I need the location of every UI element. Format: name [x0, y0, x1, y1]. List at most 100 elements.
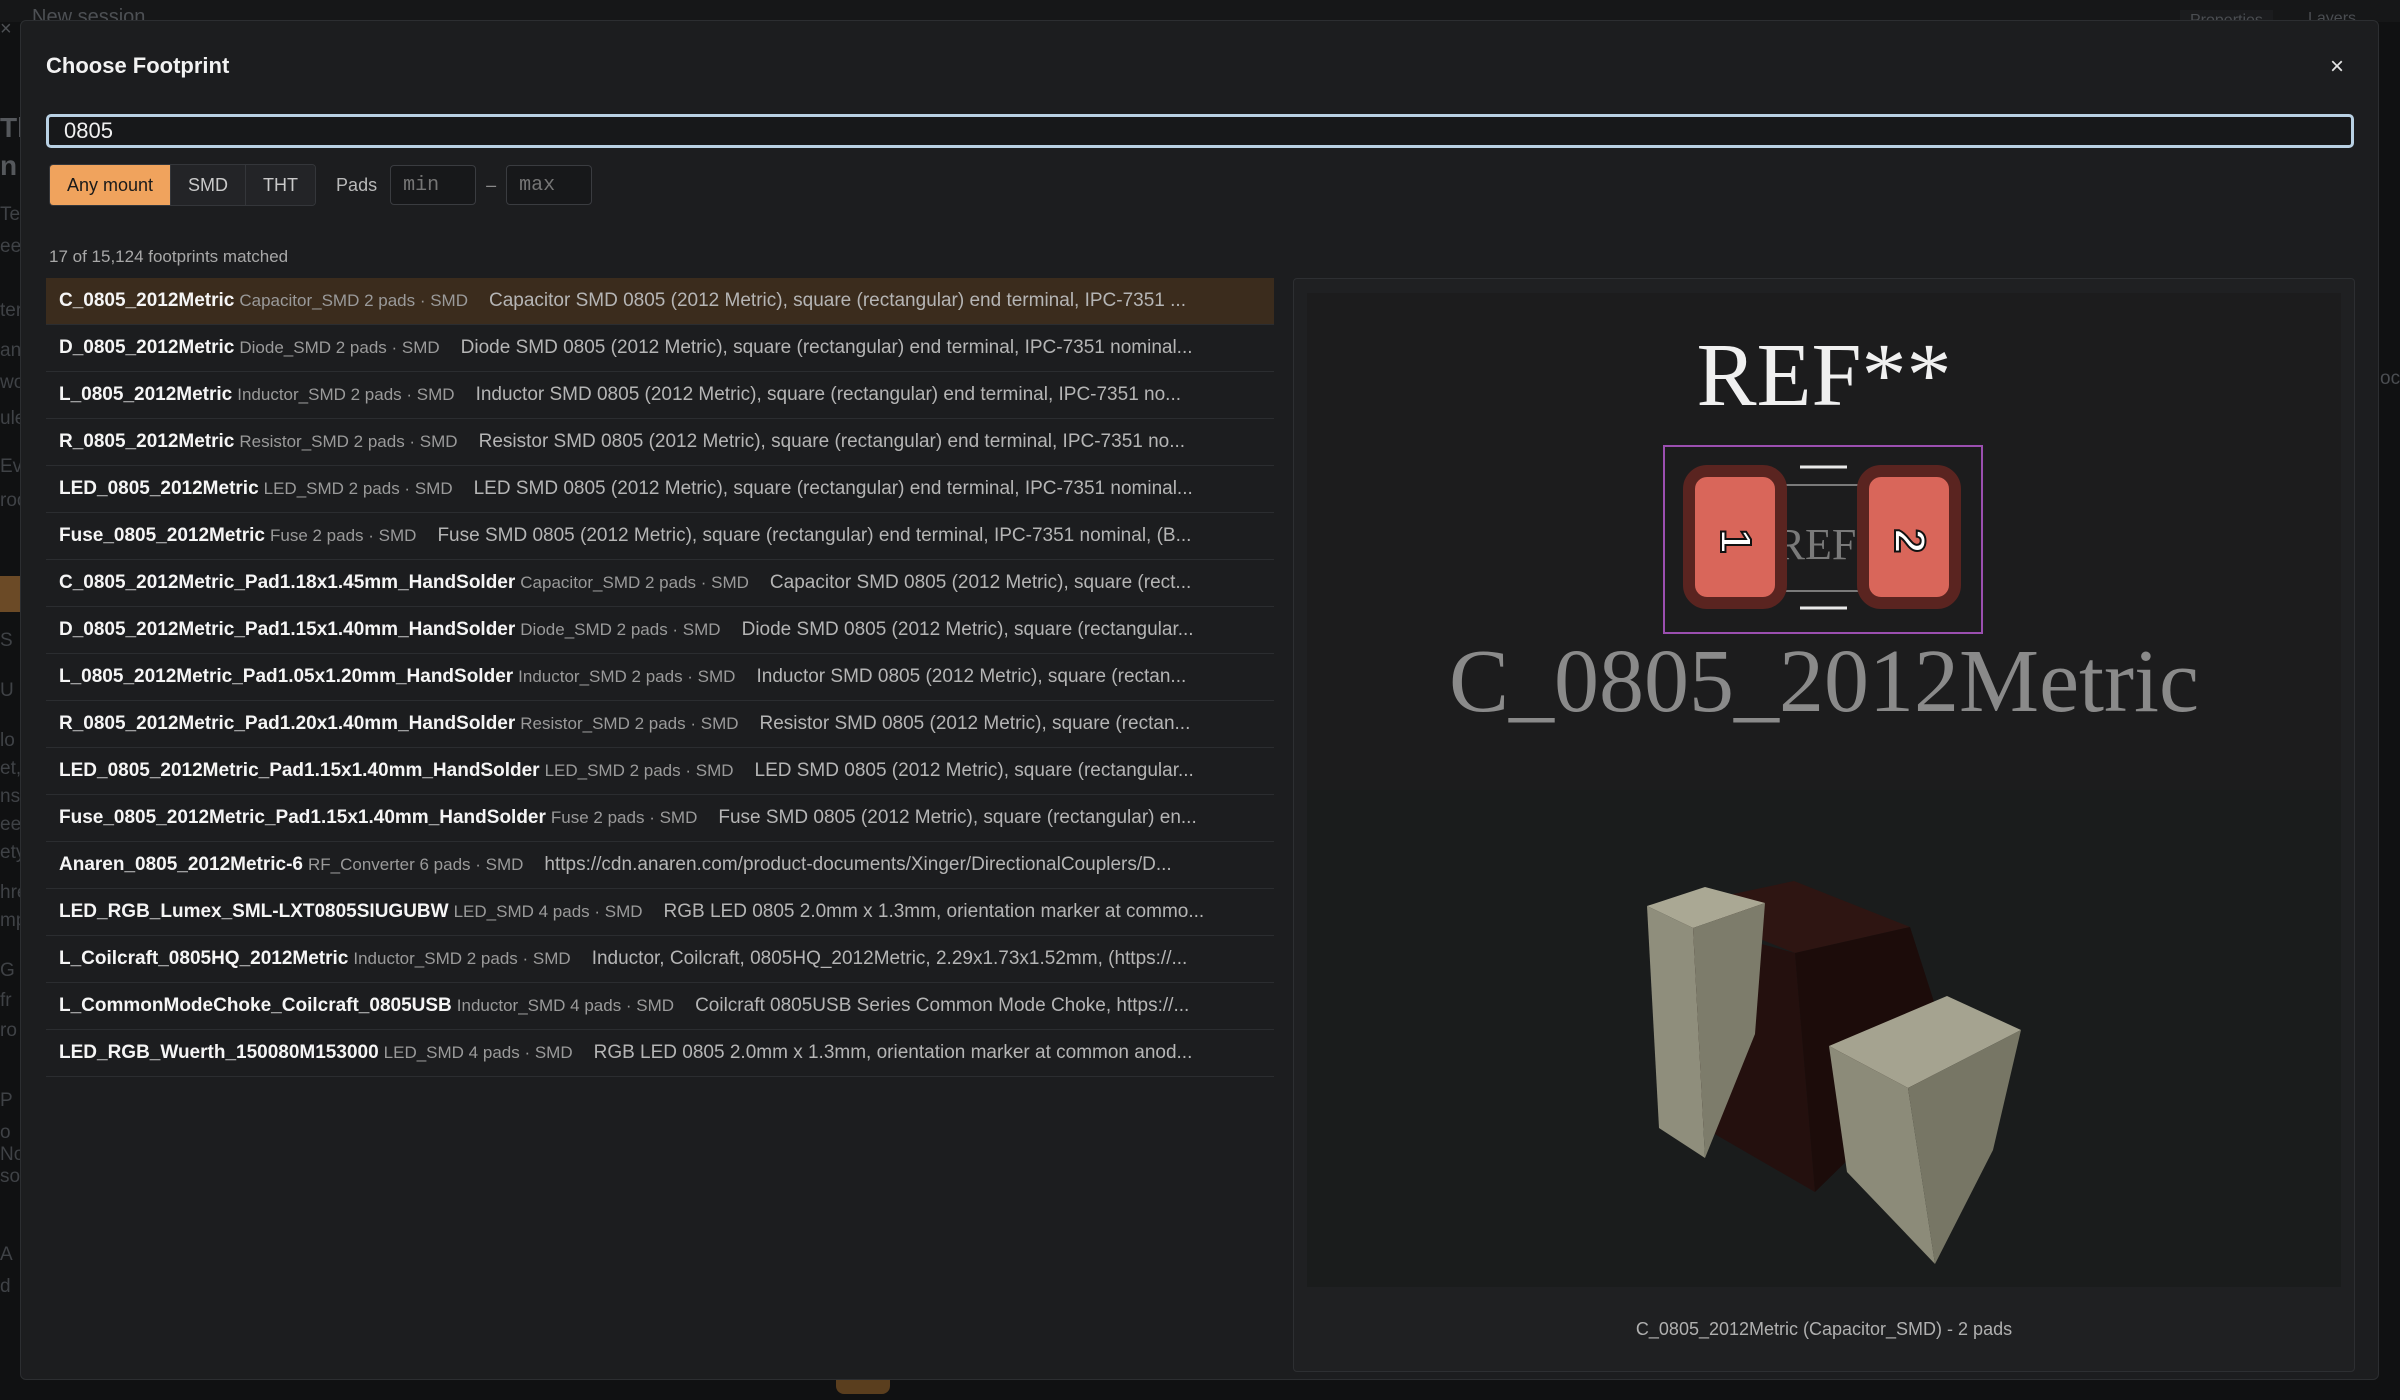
- footprint-description: RGB LED 0805 2.0mm x 1.3mm, orientation …: [593, 1042, 1193, 1063]
- footprint-name: C_0805_2012Metric: [59, 290, 235, 311]
- bg-text-fragment: o: [0, 1122, 11, 1143]
- pads-min-input[interactable]: [390, 165, 477, 205]
- footprint-drawing: REF** REF* 1 2 C_0805_2012Metric: [1449, 326, 2199, 731]
- footprint-meta: RF_Converter 6 pads · SMD: [308, 855, 524, 874]
- footprint-description: Resistor SMD 0805 (2012 Metric), square …: [759, 713, 1191, 734]
- footprint-meta: Capacitor_SMD 2 pads · SMD: [520, 573, 749, 592]
- footprint-name: L_0805_2012Metric_Pad1.05x1.20mm_HandSol…: [59, 666, 514, 687]
- footprint-meta: Inductor_SMD 2 pads · SMD: [353, 949, 571, 968]
- footprint-meta: LED_SMD 2 pads · SMD: [544, 761, 734, 780]
- mount-tht-button[interactable]: THT: [246, 165, 316, 205]
- footprint-meta: Diode_SMD 2 pads · SMD: [239, 338, 440, 357]
- footprint-name: LED_0805_2012Metric: [59, 478, 259, 499]
- footprint-meta: Resistor_SMD 2 pads · SMD: [239, 432, 458, 451]
- bg-text-fragment: No: [0, 1144, 22, 1165]
- search-input[interactable]: [46, 114, 2354, 148]
- footprint-name: LED_RGB_Lumex_SML-LXT0805SIUGUBW: [59, 901, 449, 922]
- footprint-name: L_CommonModeChoke_Coilcraft_0805USB: [59, 995, 452, 1016]
- footprint-description: Coilcraft 0805USB Series Common Mode Cho…: [695, 995, 1190, 1016]
- footprint-description: RGB LED 0805 2.0mm x 1.3mm, orientation …: [663, 901, 1205, 922]
- dialog-title: Choose Footprint: [46, 53, 230, 78]
- footprint-result-row[interactable]: L_0805_2012Metric_Pad1.05x1.20mm_HandSol…: [46, 654, 1274, 701]
- mount-any-button[interactable]: Any mount: [50, 165, 172, 205]
- footprint-result-row[interactable]: LED_0805_2012Metric_Pad1.15x1.40mm_HandS…: [46, 748, 1274, 795]
- footprint-description: LED SMD 0805 (2012 Metric), square (rect…: [754, 760, 1194, 781]
- bg-text-fragment: A: [0, 1244, 13, 1265]
- footprint-result-row[interactable]: LED_RGB_Lumex_SML-LXT0805SIUGUBW LED_SMD …: [46, 889, 1274, 936]
- footprint-result-row[interactable]: Fuse_0805_2012Metric_Pad1.15x1.40mm_Hand…: [46, 795, 1274, 842]
- footprint-result-row[interactable]: LED_RGB_Wuerth_150080M153000 LED_SMD 4 pa…: [46, 1030, 1274, 1077]
- footprint-result-row[interactable]: C_0805_2012Metric_Pad1.18x1.45mm_HandSol…: [46, 560, 1274, 607]
- choose-footprint-dialog: Choose Footprint × Any mount SMD THT Pad…: [20, 20, 2379, 1380]
- footprint-description: LED SMD 0805 (2012 Metric), square (rect…: [473, 478, 1193, 499]
- footprint-description: Inductor, Coilcraft, 0805HQ_2012Metric, …: [591, 948, 1188, 969]
- footprint-description: Capacitor SMD 0805 (2012 Metric), square…: [769, 572, 1192, 593]
- footprint-name: Fuse_0805_2012Metric_Pad1.15x1.40mm_Hand…: [59, 807, 546, 828]
- footprint-name: Anaren_0805_2012Metric-6: [59, 854, 303, 875]
- footprint-result-row[interactable]: Fuse_0805_2012Metric Fuse 2 pads · SMD Fus…: [46, 513, 1274, 560]
- pads-range-separator: –: [486, 174, 497, 195]
- footprint-description: Fuse SMD 0805 (2012 Metric), square (rec…: [437, 525, 1192, 546]
- footprint-meta: Resistor_SMD 2 pads · SMD: [520, 714, 739, 733]
- footprint-meta: Inductor_SMD 4 pads · SMD: [456, 996, 675, 1015]
- footprint-name: D_0805_2012Metric: [59, 337, 235, 358]
- footprint-description: Fuse SMD 0805 (2012 Metric), square (rec…: [718, 807, 1197, 828]
- footprint-meta: Inductor_SMD 2 pads · SMD: [518, 667, 736, 686]
- mount-smd-button[interactable]: SMD: [171, 165, 247, 205]
- footprint-results-list: C_0805_2012Metric Capacitor_SMD 2 pads · …: [46, 278, 1274, 1077]
- bg-text-fragment: wo: [0, 372, 22, 393]
- footprint-result-row[interactable]: D_0805_2012Metric Diode_SMD 2 pads · SMD D…: [46, 325, 1274, 372]
- footprint-3d-preview: [1307, 790, 2341, 1287]
- footprint-result-row[interactable]: C_0805_2012Metric Capacitor_SMD 2 pads · …: [46, 278, 1274, 325]
- footprint-description: Diode SMD 0805 (2012 Metric), square (re…: [460, 337, 1193, 358]
- footprint-result-row[interactable]: R_0805_2012Metric_Pad1.20x1.40mm_HandSol…: [46, 701, 1274, 748]
- bg-text-fragment: roo: [0, 490, 22, 511]
- footprint-name: C_0805_2012Metric_Pad1.18x1.45mm_HandSol…: [59, 572, 516, 593]
- footprint-name: D_0805_2012Metric_Pad1.15x1.40mm_HandSol…: [59, 619, 516, 640]
- footprint-result-row[interactable]: D_0805_2012Metric_Pad1.15x1.40mm_HandSol…: [46, 607, 1274, 654]
- pads-label: Pads: [336, 174, 378, 195]
- footprint-name: LED_RGB_Wuerth_150080M153000: [59, 1042, 379, 1063]
- bg-text-fragment: P: [0, 1090, 13, 1111]
- footprint-description: Diode SMD 0805 (2012 Metric), square (re…: [741, 619, 1194, 640]
- footprint-meta: Diode_SMD 2 pads · SMD: [520, 620, 721, 639]
- footprint-name: R_0805_2012Metric: [59, 431, 235, 452]
- bg-text-fragment: Th: [0, 112, 22, 143]
- footprint-result-row[interactable]: Anaren_0805_2012Metric-6 RF_Converter 6 p…: [46, 842, 1274, 889]
- bg-text-fragment: oc: [2380, 368, 2400, 389]
- footprint-meta: Fuse 2 pads · SMD: [269, 526, 417, 545]
- footprint-meta: Capacitor_SMD 2 pads · SMD: [239, 291, 468, 310]
- footprint-meta: LED_SMD 2 pads · SMD: [263, 479, 453, 498]
- result-count: 17 of 15,124 footprints matched: [49, 247, 289, 266]
- reference-designator-text: REF**: [1696, 326, 1951, 425]
- footprint-name: L_0805_2012Metric: [59, 384, 233, 405]
- footprint-name: LED_0805_2012Metric_Pad1.15x1.40mm_HandS…: [59, 760, 540, 781]
- bg-text-fragment: G: [0, 960, 15, 981]
- footprint-description: Inductor SMD 0805 (2012 Metric), square …: [756, 666, 1187, 687]
- bg-text-fragment: et,: [0, 758, 22, 779]
- footprint-result-row[interactable]: L_0805_2012Metric Inductor_SMD 2 pads · S…: [46, 372, 1274, 419]
- bg-text-fragment: ule: [0, 408, 22, 429]
- footprint-result-row[interactable]: L_CommonModeChoke_Coilcraft_0805USB Induc…: [46, 983, 1274, 1030]
- bg-text-fragment: ter: [0, 300, 22, 321]
- footprint-result-row[interactable]: LED_0805_2012Metric LED_SMD 2 pads · SMD L…: [46, 466, 1274, 513]
- bg-text-fragment: ety: [0, 842, 22, 863]
- bg-text-fragment: Tel: [0, 204, 22, 225]
- bg-text-fragment: U: [0, 680, 14, 701]
- footprint-description: Resistor SMD 0805 (2012 Metric), square …: [478, 431, 1186, 452]
- footprint-result-row[interactable]: L_Coilcraft_0805HQ_2012Metric Inductor_SM…: [46, 936, 1274, 983]
- footprint-description: Inductor SMD 0805 (2012 Metric), square …: [475, 384, 1182, 405]
- footprint-name: L_Coilcraft_0805HQ_2012Metric: [59, 948, 349, 969]
- pads-max-input[interactable]: [506, 165, 593, 205]
- filter-bar: Any mount SMD THT Pads –: [49, 164, 593, 206]
- bg-text-fragment: ro: [0, 1020, 17, 1041]
- footprint-result-row[interactable]: R_0805_2012Metric Resistor_SMD 2 pads · S…: [46, 419, 1274, 466]
- mount-filter: Any mount SMD THT: [49, 164, 317, 206]
- footprint-description: Capacitor SMD 0805 (2012 Metric), square…: [489, 290, 1186, 311]
- footprint-meta: Fuse 2 pads · SMD: [550, 808, 698, 827]
- bg-text-fragment: and: [0, 340, 22, 361]
- close-button[interactable]: ×: [2321, 51, 2353, 83]
- footprint-value-text: C_0805_2012Metric: [1449, 632, 2199, 731]
- preview-caption: C_0805_2012Metric (Capacitor_SMD) - 2 pa…: [1635, 1319, 2013, 1339]
- pad-2-number: 2: [1885, 529, 1934, 553]
